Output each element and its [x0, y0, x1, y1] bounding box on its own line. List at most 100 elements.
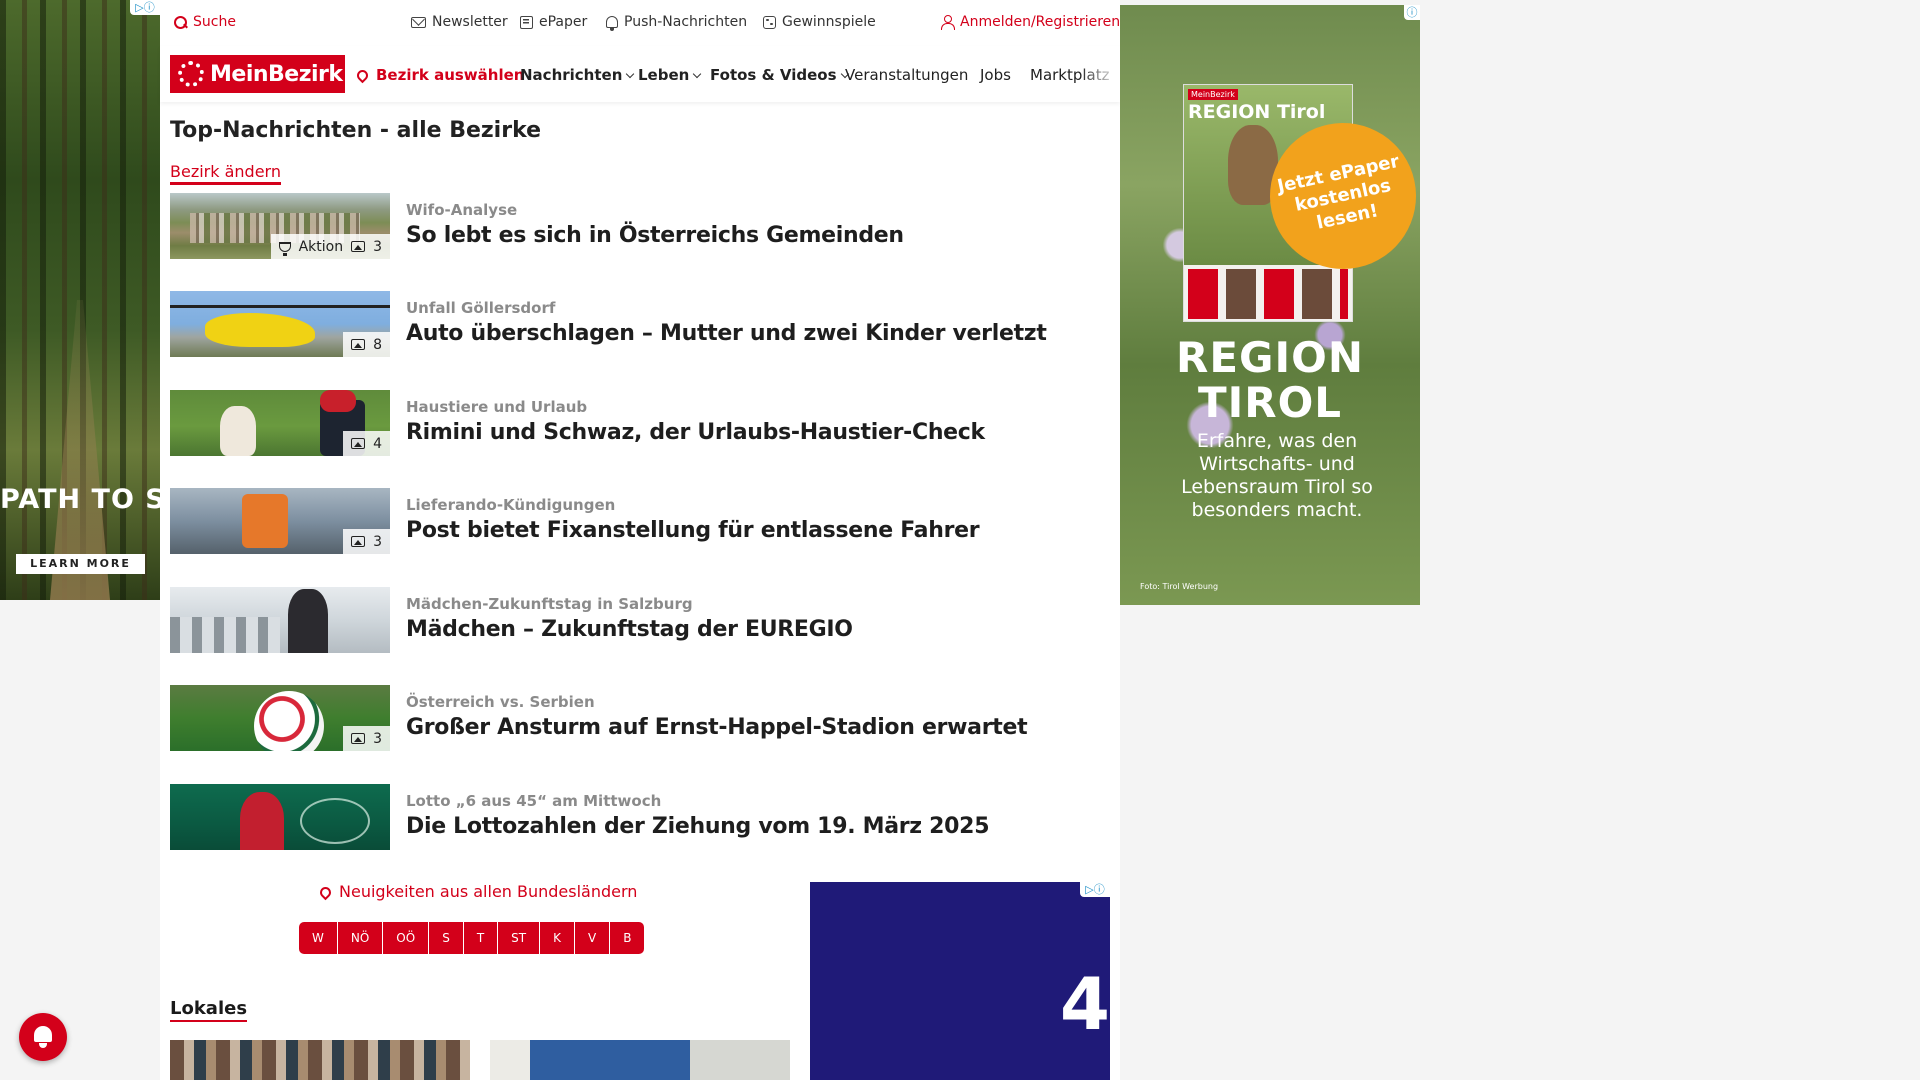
state-button-b[interactable]: B	[610, 922, 645, 954]
search-link[interactable]: Suche	[173, 14, 236, 30]
article-headline[interactable]: Mädchen – Zukunftstag der EUREGIO	[406, 617, 853, 642]
user-icon	[940, 15, 955, 30]
image-count: 3	[373, 533, 382, 550]
state-button-t[interactable]: T	[463, 922, 499, 954]
meinbezirk-logo[interactable]: MeinBezirk	[170, 55, 345, 93]
article-badge: 4	[343, 431, 390, 456]
article-thumbnail[interactable]: 4	[170, 390, 390, 456]
article-badge: Aktion 3	[270, 234, 390, 259]
gewinnspiele-link[interactable]: Gewinnspiele	[763, 14, 876, 30]
location-pin-icon	[354, 67, 371, 84]
trophy-icon	[278, 241, 291, 256]
lokales-heading: Lokales	[170, 998, 248, 1022]
article-headline[interactable]: Post bietet Fixanstellung für entlassene…	[406, 518, 980, 543]
logo-text: MeinBezirk	[210, 61, 343, 87]
nav-nachrichten[interactable]: Nachrichten	[520, 66, 635, 84]
change-district-link[interactable]: Bezirk ändern	[170, 162, 281, 185]
state-button-noe[interactable]: NÖ	[337, 922, 384, 954]
page-title: Top-Nachrichten - alle Bezirke	[170, 118, 542, 143]
magazine-label: MeinBezirk	[1188, 89, 1238, 100]
article-thumbnail[interactable]: 3	[170, 488, 390, 554]
article-teaser[interactable]: Mädchen-Zukunftstag in Salzburg Mädchen …	[170, 587, 1110, 653]
gewinnspiele-label: Gewinnspiele	[782, 14, 876, 30]
right-display-ad[interactable]: MeinBezirk REGION Tirol Jetzt ePaper kos…	[1120, 5, 1420, 605]
article-thumbnail[interactable]	[170, 587, 390, 653]
ad-info-icon[interactable]: ⓘ	[1404, 5, 1420, 20]
article-thumbnail[interactable]: 8	[170, 291, 390, 357]
newsletter-link[interactable]: Newsletter	[411, 14, 508, 30]
image-gallery-icon	[351, 733, 366, 744]
top-utility-bar: Suche Newsletter ePaper Push-Nachrichten…	[160, 0, 1120, 46]
ad-big-number: 4	[1059, 962, 1110, 1046]
nav-jobs[interactable]: Jobs	[980, 66, 1011, 84]
state-button-ooe[interactable]: OÖ	[383, 922, 430, 954]
dice-icon	[763, 15, 776, 29]
state-button-s[interactable]: S	[429, 922, 464, 954]
state-button-v[interactable]: V	[574, 922, 611, 954]
presenter-image	[240, 792, 284, 850]
article-kicker: Lieferando-Kündigungen	[406, 496, 616, 514]
left-skyscraper-ad[interactable]: PATH TO SUCCESS LEARN MORE ▷ⓘ	[0, 0, 160, 600]
ad-description: Erfahre, was den Wirtschafts- und Lebens…	[1181, 430, 1373, 521]
epaper-label: ePaper	[539, 14, 588, 30]
lokales-thumbnail-meeting[interactable]	[490, 1040, 790, 1080]
lokales-thumbnail-crowd[interactable]	[170, 1040, 470, 1080]
article-teaser[interactable]: 8 Unfall Göllersdorf Auto überschlagen –…	[170, 291, 1110, 357]
article-kicker: Haustiere und Urlaub	[406, 398, 588, 416]
article-teaser[interactable]: Aktion 3 Wifo-Analyse So lebt es sich in…	[170, 193, 1110, 259]
image-gallery-icon	[351, 339, 366, 350]
nav-veranstaltungen[interactable]: Veranstaltungen	[845, 66, 968, 84]
article-badge: 3	[343, 529, 390, 554]
epaper-link[interactable]: ePaper	[520, 14, 587, 30]
push-notifications-link[interactable]: Push-Nachrichten	[606, 14, 747, 31]
article-teaser[interactable]: Lotto „6 aus 45“ am Mittwoch Die Lottoza…	[170, 784, 1110, 850]
mail-icon	[411, 16, 426, 28]
image-gallery-icon	[351, 241, 366, 252]
ad-headline: PATH TO SUCCESS	[0, 484, 160, 515]
image-count: 3	[373, 730, 382, 747]
state-button-w[interactable]: W	[299, 922, 338, 954]
ad-photo-credit: Foto: Tirol Werbung	[1140, 582, 1219, 591]
chevron-down-icon	[693, 69, 702, 79]
article-headline[interactable]: Auto überschlagen – Mutter und zwei Kind…	[406, 321, 1047, 346]
ad-learn-more-button[interactable]: LEARN MORE	[16, 554, 145, 574]
nav-nachrichten-label: Nachrichten	[520, 66, 623, 84]
state-button-st[interactable]: ST	[498, 922, 541, 954]
bundeslaender-text: Neuigkeiten aus allen Bundesländern	[339, 882, 638, 901]
district-select-label: Bezirk auswählen	[376, 66, 525, 84]
notification-bell-button[interactable]	[19, 1013, 67, 1061]
workshop-image	[170, 617, 280, 653]
bell-icon	[606, 16, 618, 31]
newsletter-label: Newsletter	[432, 14, 508, 30]
ad-choices-icon[interactable]: ▷ⓘ	[1080, 882, 1110, 897]
district-select[interactable]: Bezirk auswählen	[354, 66, 525, 84]
article-teaser[interactable]: 3 Lieferando-Kündigungen Post bietet Fix…	[170, 488, 1110, 554]
nav-leben[interactable]: Leben	[638, 66, 702, 84]
location-pin-icon	[317, 884, 334, 901]
article-headline[interactable]: So lebt es sich in Österreichs Gemeinden	[406, 223, 904, 248]
state-button-k[interactable]: K	[540, 922, 575, 954]
image-gallery-icon	[351, 536, 366, 547]
article-thumbnail[interactable]: 3	[170, 685, 390, 751]
lotto-drum-image	[300, 798, 370, 844]
login-register-link[interactable]: Anmelden/Registrieren	[940, 14, 1120, 30]
magazine-columns	[1188, 269, 1348, 319]
article-headline[interactable]: Die Lottozahlen der Ziehung vom 19. März…	[406, 814, 990, 839]
logo-icon	[178, 61, 204, 87]
article-thumbnail[interactable]: Aktion 3	[170, 193, 390, 259]
article-kicker: Wifo-Analyse	[406, 201, 518, 219]
image-gallery-icon	[351, 438, 366, 449]
article-headline[interactable]: Rimini und Schwaz, der Urlaubs-Haustier-…	[406, 420, 985, 445]
article-badge: 8	[343, 332, 390, 357]
ad-choices-icon[interactable]: ▷ⓘ	[130, 0, 160, 15]
nav-overflow-fade	[1080, 46, 1120, 102]
nav-fotos-videos[interactable]: Fotos & Videos	[710, 66, 849, 84]
state-selector: W NÖ OÖ S T ST K V B	[299, 922, 645, 954]
article-thumbnail[interactable]	[170, 784, 390, 850]
article-teaser[interactable]: 4 Haustiere und Urlaub Rimini und Schwaz…	[170, 390, 1110, 456]
article-kicker: Lotto „6 aus 45“ am Mittwoch	[406, 792, 662, 810]
article-headline[interactable]: Großer Ansturm auf Ernst-Happel-Stadion …	[406, 715, 1028, 740]
bottom-display-ad[interactable]: ▷ⓘ 4	[810, 882, 1110, 1080]
magazine-title: REGION Tirol	[1188, 101, 1326, 123]
article-teaser[interactable]: 3 Österreich vs. Serbien Großer Ansturm …	[170, 685, 1110, 751]
